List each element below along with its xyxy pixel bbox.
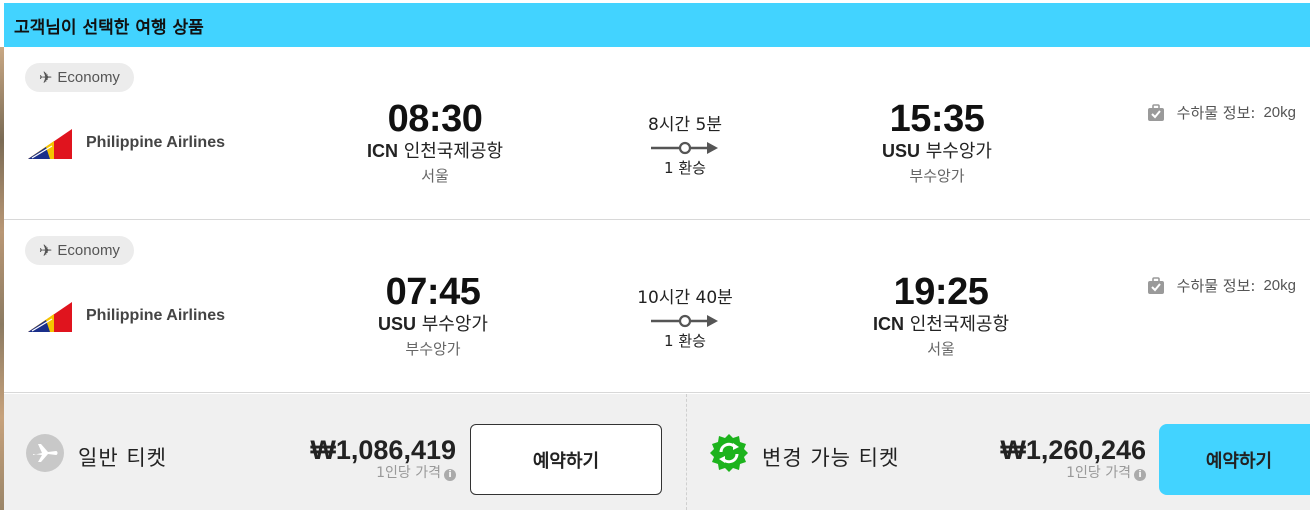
arrival-code: ICN	[872, 314, 904, 334]
per-person-text: 1인당 가격	[376, 465, 441, 481]
selected-trip-header: 고객님이 선택한 여행 상품	[4, 3, 1310, 47]
airplane-icon: ✈	[39, 67, 53, 87]
arrival-code: USU	[882, 141, 921, 161]
info-icon[interactable]: i	[1134, 469, 1146, 481]
book-button[interactable]: 예약하기	[470, 424, 662, 495]
airline: Philippine Airlines	[24, 125, 225, 161]
flight-leg-outbound: ✈ Economy Philippine Airlines 08:30 ICN …	[4, 47, 1310, 220]
departure-airport-name: 부수앙가	[421, 314, 488, 335]
flight-leg-return: ✈ Economy Philippine Airlines 07:45 USU …	[4, 220, 1310, 393]
airline-name: Philippine Airlines	[86, 134, 225, 151]
arrival-block: 15:35 USU 부수앙가 부수앙가	[827, 99, 1047, 188]
cabin-label: Economy	[57, 69, 120, 86]
departure-airport: USU 부수앙가	[323, 312, 543, 337]
baggage-icon	[1147, 276, 1164, 294]
departure-time: 07:45	[385, 271, 481, 313]
airline-name: Philippine Airlines	[86, 307, 225, 324]
stops-count: 1 환승	[664, 159, 706, 177]
route-arrow-icon	[651, 141, 718, 155]
price-amount: ₩1,260,246	[1000, 435, 1146, 465]
airline-logo-icon	[28, 129, 72, 159]
departure-block: 08:30 ICN 인천국제공항 서울	[325, 99, 545, 188]
route-arrow-icon	[651, 314, 718, 328]
arrival-airport-name: 인천국제공항	[909, 314, 1010, 335]
stops-count: 1 환승	[664, 332, 706, 350]
cabin-badge: ✈ Economy	[25, 63, 134, 92]
airplane-icon: ✈	[39, 240, 53, 260]
plane-circle-icon	[26, 434, 64, 472]
arrival-time: 19:25	[893, 271, 989, 313]
arrival-time: 15:35	[889, 98, 985, 140]
departure-airport-name: 인천국제공항	[403, 141, 504, 162]
baggage-label: 수하물 정보:	[1176, 104, 1256, 122]
departure-airport: ICN 인천국제공항	[325, 139, 545, 164]
departure-code: USU	[378, 314, 417, 334]
arrival-airport: ICN 인천국제공항	[831, 312, 1051, 337]
departure-code: ICN	[366, 141, 398, 161]
baggage-value: 20kg	[1263, 277, 1296, 294]
per-person-label: 1인당 가격 i	[310, 464, 456, 482]
cabin-label: Economy	[57, 242, 120, 259]
flight-duration: 10시간 40분	[637, 288, 733, 308]
departure-city: 부수앙가	[405, 340, 461, 358]
flight-duration-block: 10시간 40분 1 환승	[615, 286, 755, 352]
arrival-airport-name: 부수앙가	[925, 141, 992, 162]
price-amount: ₩1,086,419	[310, 435, 456, 465]
arrival-city: 부수앙가	[909, 167, 965, 185]
departure-time: 08:30	[387, 98, 483, 140]
arrival-airport: USU 부수앙가	[827, 139, 1047, 164]
departure-block: 07:45 USU 부수앙가 부수앙가	[323, 272, 543, 361]
baggage-value: 20kg	[1263, 104, 1296, 121]
arrival-block: 19:25 ICN 인천국제공항 서울	[831, 272, 1051, 361]
fare-options: 일반 티켓 ₩1,086,419 1인당 가격 i 예약하기 변경 가능 티켓 ₩…	[4, 394, 1310, 510]
flight-duration: 8시간 5분	[648, 115, 722, 135]
page-title: 고객님이 선택한 여행 상품	[14, 17, 204, 38]
fare-name: 일반 티켓	[78, 446, 167, 470]
per-person-label: 1인당 가격 i	[1000, 464, 1146, 482]
arrival-city: 서울	[927, 340, 955, 358]
fare-option-standard: 일반 티켓 ₩1,086,419 1인당 가격 i 예약하기	[4, 394, 686, 510]
per-person-text: 1인당 가격	[1066, 465, 1131, 481]
departure-city: 서울	[421, 167, 449, 185]
fare-price: ₩1,260,246 1인당 가격 i	[1000, 436, 1146, 482]
cabin-badge: ✈ Economy	[25, 236, 134, 265]
baggage-icon	[1147, 103, 1164, 121]
baggage-info: 수하물 정보: 20kg	[1147, 275, 1296, 296]
fare-price: ₩1,086,419 1인당 가격 i	[310, 436, 456, 482]
fare-name: 변경 가능 티켓	[762, 446, 900, 470]
info-icon[interactable]: i	[444, 469, 456, 481]
refresh-badge-icon	[710, 434, 748, 472]
baggage-label: 수하물 정보:	[1176, 277, 1256, 295]
book-button[interactable]: 예약하기	[1159, 424, 1310, 495]
baggage-info: 수하물 정보: 20kg	[1147, 102, 1296, 123]
flight-duration-block: 8시간 5분 1 환승	[615, 113, 755, 179]
airline: Philippine Airlines	[24, 298, 225, 334]
airline-logo-icon	[28, 302, 72, 332]
fare-option-flexible: 변경 가능 티켓 ₩1,260,246 1인당 가격 i 예약하기	[687, 394, 1310, 510]
